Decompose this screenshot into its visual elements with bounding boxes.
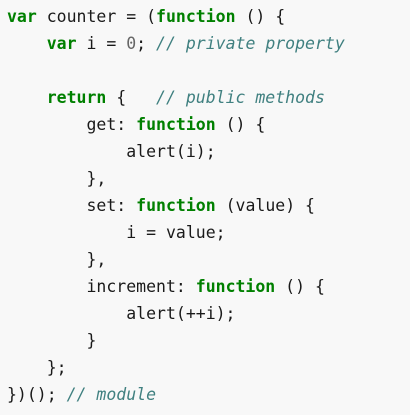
code-text: ; (136, 34, 157, 53)
code-line: alert(i); (7, 138, 410, 165)
code-keyword: var (46, 34, 77, 53)
code-text: })(); (7, 385, 67, 404)
code-property: set (86, 196, 117, 215)
code-text: }, (86, 250, 107, 269)
code-text: : (116, 196, 137, 215)
code-line: increment: function () { (7, 273, 410, 300)
code-text: () { (215, 115, 266, 134)
code-keyword: return (46, 88, 107, 107)
code-line: return { // public methods (7, 84, 410, 111)
code-text: }; (46, 358, 67, 377)
code-comment: // public methods (156, 88, 325, 107)
code-keyword: function (136, 115, 216, 134)
code-text: }, (86, 169, 107, 188)
code-line: i = value; (7, 219, 410, 246)
code-number: 0 (126, 34, 137, 53)
code-line: }, (7, 165, 410, 192)
code-keyword: function (136, 196, 216, 215)
code-line: })(); // module (7, 381, 410, 408)
code-text: () { (275, 277, 325, 296)
code-text: } (86, 331, 97, 350)
code-keyword: function (156, 7, 236, 26)
code-text: () { (235, 7, 286, 26)
code-line: var counter = (function () { (7, 3, 410, 30)
code-keyword: function (195, 277, 276, 296)
code-line: var i = 0; // private property (7, 30, 410, 57)
code-text: : (116, 115, 137, 134)
code-text: alert(++i); (126, 304, 236, 323)
code-keyword: var (7, 7, 37, 26)
code-line: } (7, 327, 410, 354)
code-line: }; (7, 354, 410, 381)
code-block: var counter = (function () { var i = 0; … (0, 0, 410, 415)
code-text: : (175, 277, 196, 296)
code-text: counter = ( (36, 7, 157, 26)
code-line: alert(++i); (7, 300, 410, 327)
code-comment: // module (66, 385, 157, 404)
code-comment: // private property (156, 34, 345, 53)
code-line: get: function () { (7, 111, 410, 138)
code-text: { (106, 88, 157, 107)
code-text: alert(i); (126, 142, 216, 161)
code-text: (value) { (215, 196, 315, 215)
code-text: i = value; (126, 223, 226, 242)
code-line: set: function (value) { (7, 192, 410, 219)
code-property: increment (86, 277, 176, 296)
code-line: }, (7, 246, 410, 273)
code-text: i = (76, 34, 127, 53)
code-property: get (86, 115, 117, 134)
